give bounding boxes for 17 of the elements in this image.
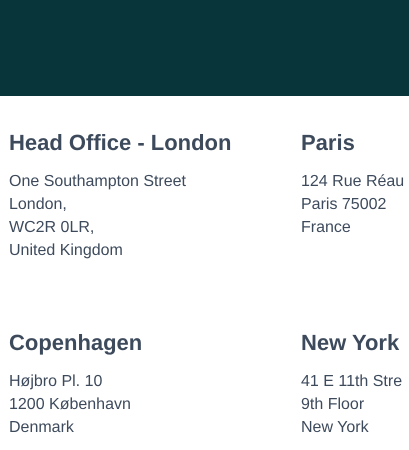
address-line: 1200 København — [9, 395, 131, 415]
address-line: One Southampton Street — [9, 172, 186, 192]
office-heading: Paris — [301, 129, 355, 157]
address-line: Højbro Pl. 10 — [9, 372, 102, 392]
address-line: WC2R 0LR, — [9, 218, 94, 238]
office-heading: New York — [301, 329, 400, 357]
address-line: France — [301, 218, 351, 238]
address-line: 41 E 11th Stre — [301, 372, 402, 392]
office-heading: Copenhagen — [9, 329, 142, 357]
office-heading: Head Office - London — [9, 129, 232, 157]
address-line: United Kingdom — [9, 241, 123, 261]
address-line: New York — [301, 418, 369, 438]
address-line: 124 Rue Réau — [301, 172, 404, 192]
address-line: 9th Floor — [301, 395, 364, 415]
address-line: London, — [9, 195, 67, 215]
address-line: Denmark — [9, 418, 74, 438]
address-line: Paris 75002 — [301, 195, 386, 215]
